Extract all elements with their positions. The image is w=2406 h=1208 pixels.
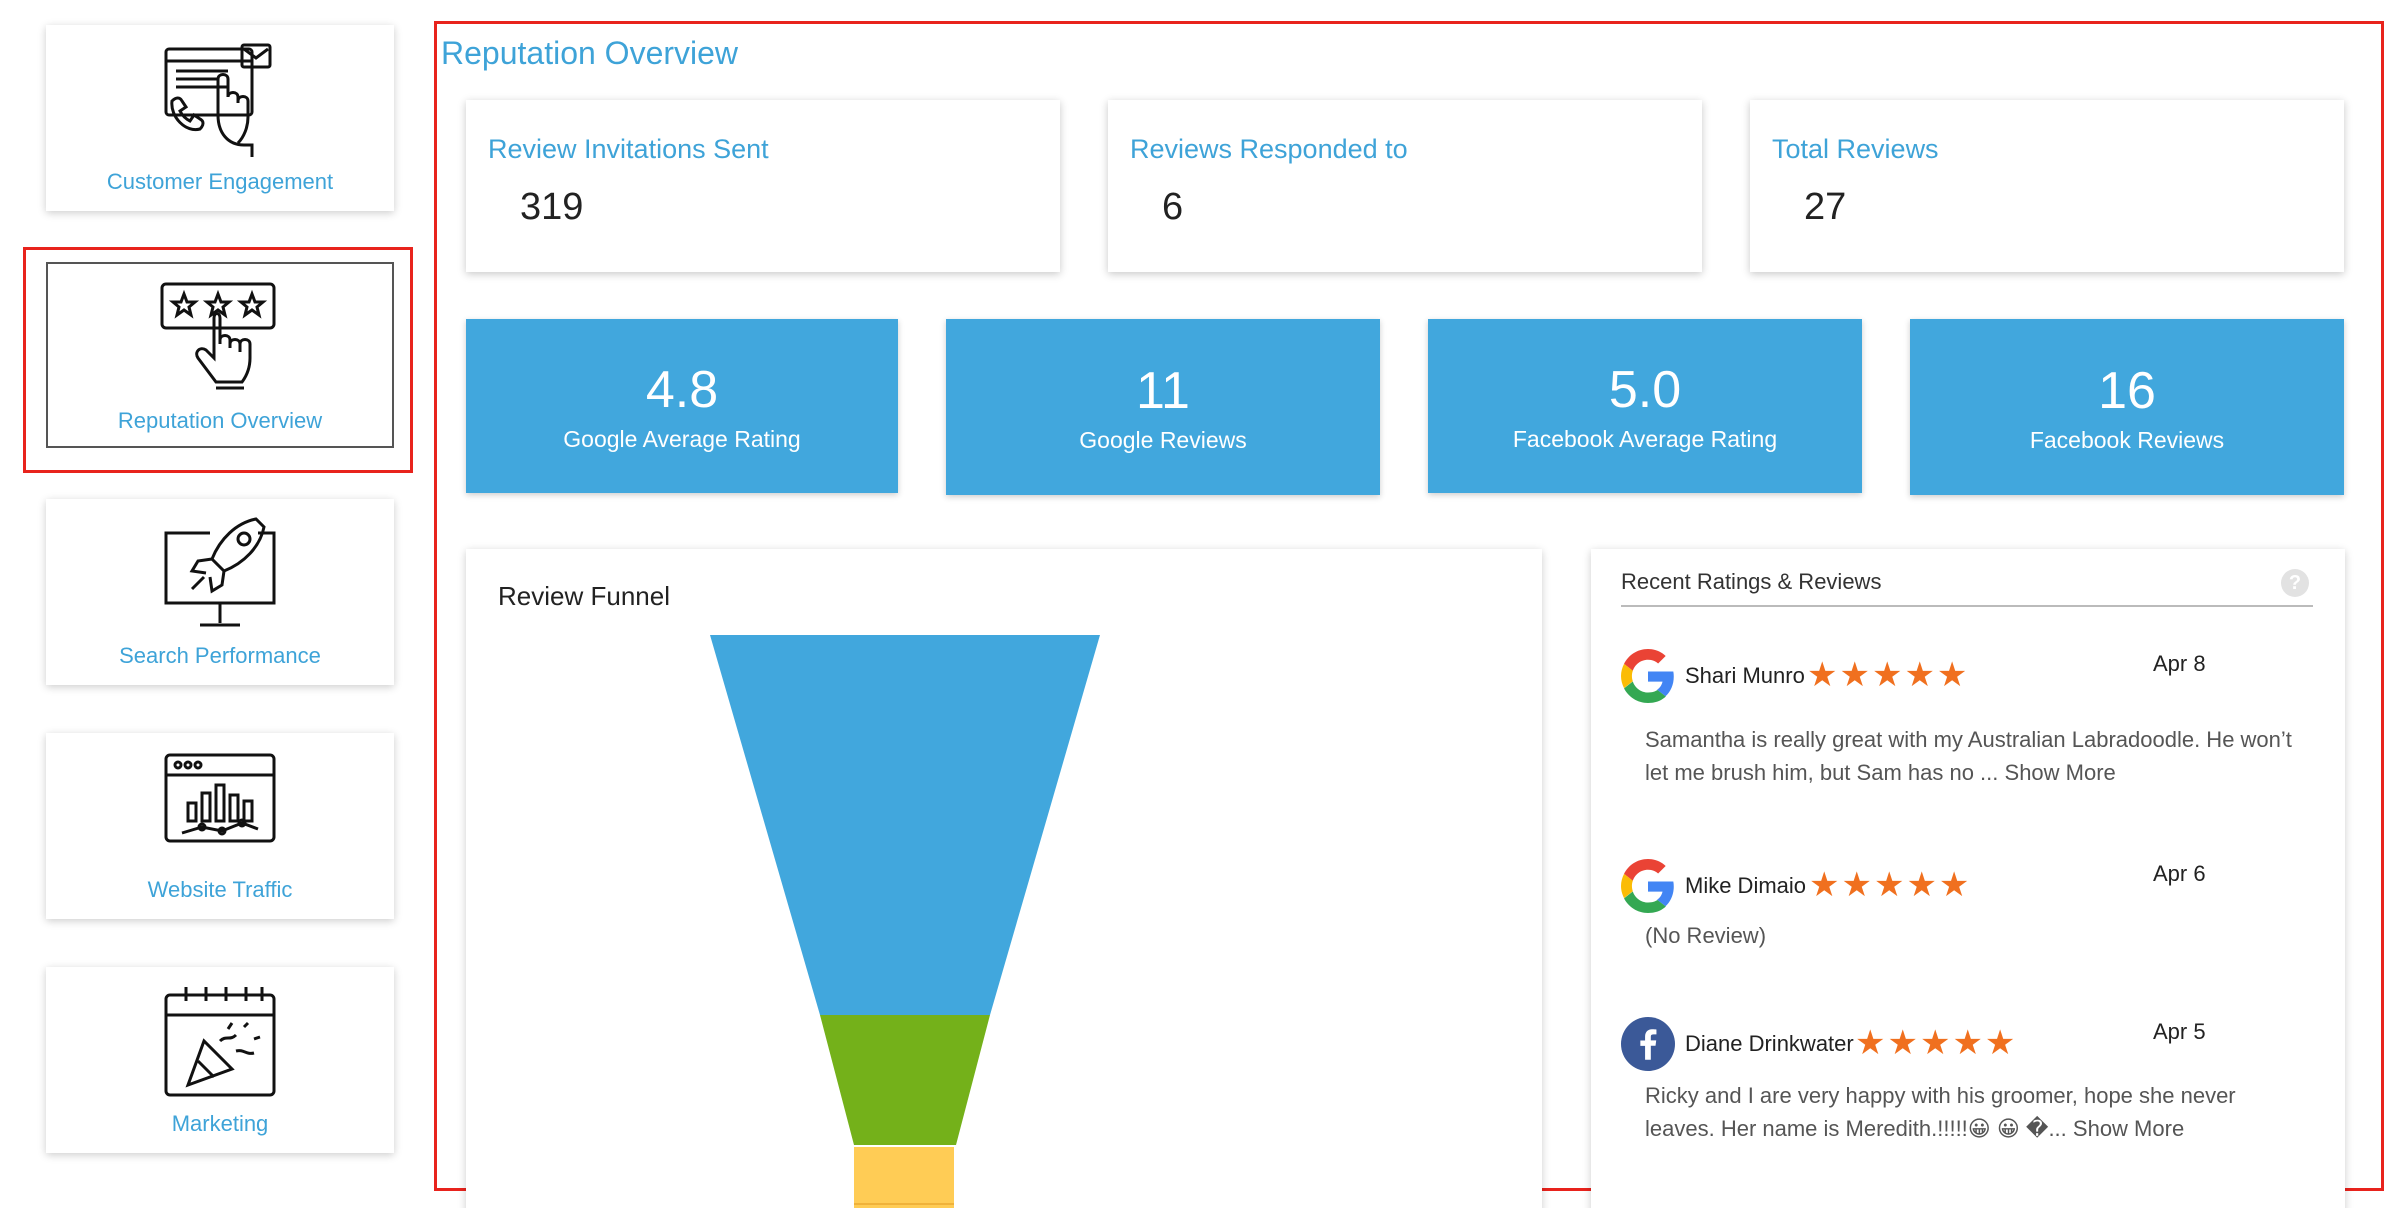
tile-google-reviews[interactable]: 11 Google Reviews [946, 319, 1380, 495]
review-text: Samantha is really great with my Austral… [1645, 723, 2305, 789]
page-title: Reputation Overview [441, 35, 739, 71]
nav-label: Marketing [171, 1111, 269, 1136]
star-rating: ★★★★★ [1807, 656, 1970, 694]
nav-reputation-overview[interactable]: Reputation Overview [46, 262, 394, 448]
review-date: Apr 6 [2153, 861, 2206, 886]
tile-google-average-rating[interactable]: 4.8 Google Average Rating [466, 319, 898, 493]
rating-stars-hand-icon [160, 282, 276, 390]
nav-website-traffic[interactable]: Website Traffic [46, 733, 394, 919]
star-rating: ★★★★★ [1855, 1024, 2018, 1062]
nav-label: Website Traffic [147, 877, 293, 902]
stat-label: Total Reviews [1772, 134, 1939, 164]
stat-reviews-responded: Reviews Responded to 6 [1108, 100, 1702, 272]
stat-label: Review Invitations Sent [488, 134, 769, 164]
reviews-title: Recent Ratings & Reviews [1621, 569, 1882, 594]
review-text-body: Samantha is really great with my Austral… [1645, 727, 2292, 785]
rocket-monitor-icon [164, 517, 276, 627]
nav-label: Search Performance [119, 643, 321, 668]
stat-label: Reviews Responded to [1130, 134, 1408, 164]
stat-value: 319 [520, 186, 584, 228]
tile-label: Facebook Reviews [2029, 426, 2225, 453]
reviews-header: Recent Ratings & Reviews ? [1621, 569, 2313, 607]
dashboard: Customer Engagement Reputation Overview … [0, 0, 2406, 1208]
help-icon[interactable]: ? [2281, 569, 2309, 597]
browser-chart-icon [164, 753, 276, 843]
reviewer-name: Diane Drinkwater [1685, 1031, 1854, 1056]
stat-review-invitations-sent: Review Invitations Sent 319 [466, 100, 1060, 272]
review-date: Apr 5 [2153, 1019, 2206, 1044]
funnel-stage-2[interactable] [820, 1015, 990, 1145]
tile-label: Facebook Average Rating [1512, 425, 1778, 452]
tile-value: 5.0 [1608, 360, 1682, 419]
tile-value: 11 [1136, 361, 1190, 420]
nav-search-performance[interactable]: Search Performance [46, 499, 394, 685]
review-text: Ricky and I are very happy with his groo… [1645, 1079, 2305, 1145]
facebook-logo-icon [1621, 1017, 1675, 1071]
nav-label: Customer Engagement [106, 169, 334, 194]
funnel-stage-3[interactable] [854, 1147, 954, 1208]
google-logo-icon [1621, 859, 1674, 913]
show-more-link[interactable]: Show More [2005, 760, 2116, 785]
funnel-chart [710, 635, 1100, 1208]
tile-value: 4.8 [645, 360, 719, 419]
tile-facebook-average-rating[interactable]: 5.0 Facebook Average Rating [1428, 319, 1862, 493]
review-text: (No Review) [1645, 923, 1767, 948]
calendar-party-icon [164, 987, 276, 1097]
recent-reviews-panel: Recent Ratings & Reviews ? Shari Munro ★… [1591, 549, 2345, 1208]
nav-marketing[interactable]: Marketing [46, 967, 394, 1153]
tile-label: Google Reviews [1079, 426, 1247, 453]
reviewer-name: Shari Munro [1685, 663, 1805, 688]
review-date: Apr 8 [2153, 651, 2206, 676]
tile-label: Google Average Rating [563, 425, 801, 452]
star-rating: ★★★★★ [1809, 866, 1972, 904]
stat-value: 6 [1162, 186, 1184, 228]
stat-total-reviews: Total Reviews 27 [1750, 100, 2344, 272]
customer-engagement-icon [164, 43, 272, 157]
review-funnel-panel: Review Funnel [466, 549, 1542, 1208]
reviewer-name: Mike Dimaio [1685, 873, 1807, 898]
funnel-stage-1[interactable] [710, 635, 1100, 1015]
show-more-link[interactable]: Show More [2073, 1116, 2184, 1141]
nav-customer-engagement[interactable]: Customer Engagement [46, 25, 394, 211]
tile-value: 16 [2098, 361, 2156, 420]
google-logo-icon [1621, 649, 1674, 703]
stat-value: 27 [1804, 186, 1847, 228]
nav-label: Reputation Overview [117, 408, 323, 433]
tile-facebook-reviews[interactable]: 16 Facebook Reviews [1910, 319, 2344, 495]
